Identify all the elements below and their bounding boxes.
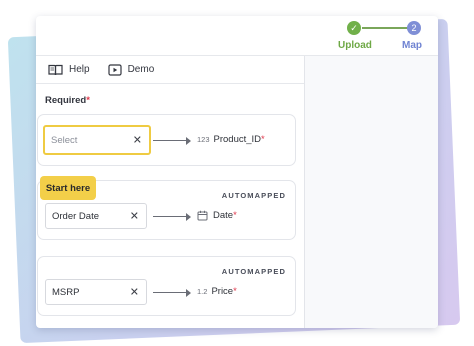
step-map-label[interactable]: Map	[402, 40, 422, 51]
required-label: Required	[45, 95, 87, 106]
step-map-number[interactable]: 2	[407, 21, 421, 35]
stage: ✓ 2 Upload Map Help Demo Required* Selec…	[0, 0, 474, 346]
clear-icon[interactable]: ✕	[130, 286, 139, 299]
clear-icon[interactable]: ✕	[130, 210, 139, 223]
select-value: MSRP	[52, 286, 80, 298]
preview-pane	[305, 56, 438, 328]
help-button[interactable]: Help	[48, 64, 90, 76]
target-label: Date	[213, 210, 234, 221]
help-label: Help	[69, 64, 90, 75]
mapping-card: ✓ 2 Upload Map Help Demo Required* Selec…	[36, 16, 438, 328]
automapped-badge: AUTOMAPPED	[221, 191, 286, 200]
arrow-right-icon	[153, 213, 191, 221]
arrow-right-icon	[153, 137, 191, 145]
calendar-icon	[197, 210, 208, 221]
target-field-price: 1.2 Price *	[197, 286, 237, 297]
stepper-connector	[362, 27, 408, 29]
arrow-right-icon	[153, 289, 191, 297]
automapped-badge: AUTOMAPPED	[221, 267, 286, 276]
demo-label: Demo	[127, 64, 155, 75]
toolbar: Help Demo	[36, 56, 304, 84]
number-type-icon: 123	[197, 135, 210, 144]
step-upload-label[interactable]: Upload	[338, 40, 372, 51]
select-value: Order Date	[52, 210, 99, 222]
mapping-row-product-id: Select ✕ 123 Product_ID *	[37, 114, 296, 166]
target-field-date: Date *	[197, 210, 237, 221]
clear-icon[interactable]: ✕	[133, 134, 142, 147]
required-asterisk: *	[86, 95, 90, 106]
required-asterisk: *	[233, 286, 237, 297]
required-asterisk: *	[233, 210, 237, 221]
column-select-product-id[interactable]: Select ✕	[43, 125, 151, 155]
target-field-product-id: 123 Product_ID *	[197, 134, 265, 145]
required-heading: Required*	[45, 95, 90, 106]
stepper: ✓ 2 Upload Map	[36, 16, 438, 56]
mapping-row-price: AUTOMAPPED MSRP ✕ 1.2 Price *	[37, 256, 296, 316]
decimal-type-icon: 1.2	[197, 287, 208, 296]
column-select-price[interactable]: MSRP ✕	[45, 279, 147, 305]
play-icon	[107, 63, 122, 76]
required-asterisk: *	[261, 134, 265, 145]
book-icon	[48, 64, 63, 75]
target-label: Price	[211, 286, 234, 297]
start-here-button[interactable]: Start here	[40, 176, 96, 200]
demo-button[interactable]: Demo	[107, 63, 155, 76]
step-upload-check-icon[interactable]: ✓	[347, 21, 361, 35]
select-placeholder: Select	[51, 134, 78, 146]
target-label: Product_ID	[213, 134, 262, 145]
column-select-date[interactable]: Order Date ✕	[45, 203, 147, 229]
